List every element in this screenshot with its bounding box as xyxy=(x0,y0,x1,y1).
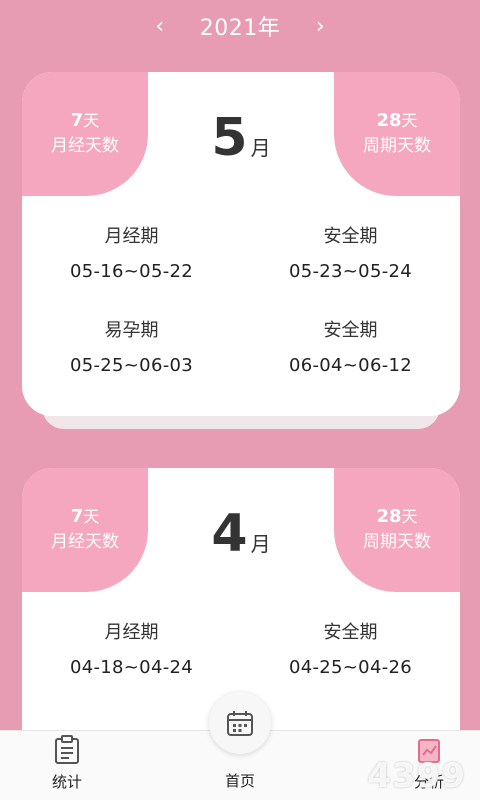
clipboard-icon xyxy=(55,735,79,764)
month-number: 4 xyxy=(211,504,247,564)
period-grid: 月经期 05-16~05-22 安全期 05-23~05-24 易孕期 05-2… xyxy=(22,222,460,386)
period-item: 安全期 04-25~04-26 xyxy=(241,618,460,688)
calendar-icon xyxy=(227,711,253,736)
year-switcher: ‹ 2021年 › xyxy=(0,8,480,44)
month-unit: 月 xyxy=(250,136,271,160)
period-dates: 05-23~05-24 xyxy=(289,261,412,282)
period-name: 易孕期 xyxy=(104,320,159,341)
period-grid: 月经期 04-18~04-24 安全期 04-25~04-26 xyxy=(22,618,460,688)
period-item: 月经期 05-16~05-22 xyxy=(22,222,241,292)
period-name: 安全期 xyxy=(323,320,378,341)
month-title: 4月 xyxy=(22,504,460,564)
period-item: 易孕期 05-25~06-03 xyxy=(22,316,241,386)
period-name: 安全期 xyxy=(323,622,378,643)
period-item: 安全期 05-23~05-24 xyxy=(241,222,460,292)
period-item: 月经期 04-18~04-24 xyxy=(22,618,241,688)
month-number: 5 xyxy=(211,108,247,168)
period-dates: 04-25~04-26 xyxy=(289,657,412,678)
year-title: 2021年 xyxy=(199,16,281,41)
prev-year-icon[interactable]: ‹ xyxy=(148,14,172,39)
watermark-logo: 4399 xyxy=(367,756,466,796)
period-dates: 05-16~05-22 xyxy=(70,261,193,282)
app-screen: ‹ 2021年 › 7天 月经天数 28天 周期天数 5月 月经期 05-16~… xyxy=(0,0,480,800)
period-item: 安全期 06-04~06-12 xyxy=(241,316,460,386)
period-name: 月经期 xyxy=(104,226,159,247)
period-name: 月经期 xyxy=(104,622,159,643)
period-dates: 05-25~06-03 xyxy=(70,355,193,376)
period-name: 安全期 xyxy=(323,226,378,247)
month-unit: 月 xyxy=(250,532,271,556)
month-title: 5月 xyxy=(22,108,460,168)
next-year-icon[interactable]: › xyxy=(308,14,332,39)
home-button[interactable] xyxy=(209,692,271,754)
month-card[interactable]: 7天 月经天数 28天 周期天数 5月 月经期 05-16~05-22 安全期 … xyxy=(22,72,460,416)
period-dates: 06-04~06-12 xyxy=(289,355,412,376)
period-dates: 04-18~04-24 xyxy=(70,657,193,678)
